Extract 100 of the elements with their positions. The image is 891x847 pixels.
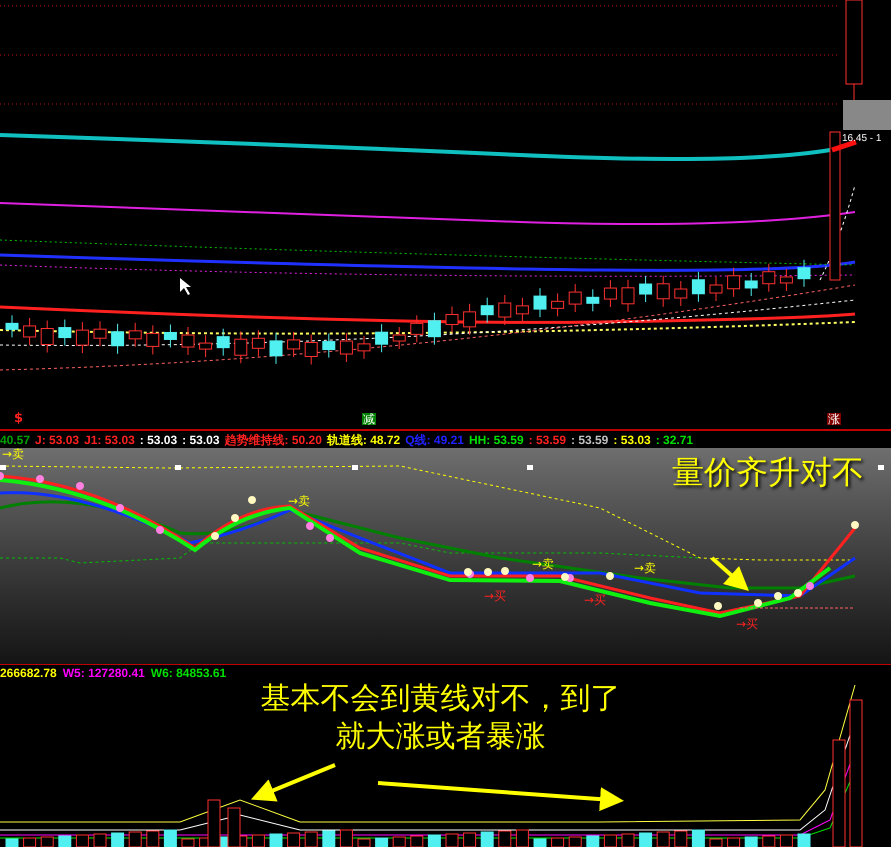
legend-value: : 53.59 bbox=[571, 432, 608, 446]
candlestick bbox=[710, 276, 722, 302]
candlestick bbox=[375, 324, 388, 353]
legend-value: : 53.59 bbox=[528, 432, 566, 446]
square-marker bbox=[878, 465, 884, 470]
square-marker bbox=[527, 465, 533, 470]
dot-marker bbox=[76, 482, 84, 490]
volume-bar bbox=[270, 834, 282, 847]
volume-bar bbox=[6, 838, 18, 847]
annotation-text: 就大涨或者暴涨 bbox=[336, 718, 546, 756]
legend-value: W6: 84853.61 bbox=[150, 664, 226, 682]
signal-marker: 涨 bbox=[827, 413, 841, 425]
legend-value: 266682.78 bbox=[0, 664, 57, 682]
candlestick bbox=[182, 326, 194, 356]
candlestick bbox=[199, 334, 212, 358]
volume-bar bbox=[639, 832, 652, 847]
candlestick bbox=[164, 324, 177, 348]
square-marker bbox=[175, 465, 181, 470]
legend-value: 轨道线: 48.72 bbox=[326, 432, 400, 446]
legend-value: J: 53.03 bbox=[35, 432, 80, 446]
candlestick bbox=[358, 335, 370, 360]
candlestick bbox=[94, 320, 106, 347]
volume-bar bbox=[111, 832, 124, 847]
signal-marker: 减 bbox=[362, 413, 376, 425]
annotation-text: 基本不会到黄线对不，到了 bbox=[260, 680, 620, 718]
candlestick bbox=[534, 288, 546, 318]
square-marker bbox=[352, 465, 358, 470]
legend-value: 趋势维持线: 50.20 bbox=[224, 432, 322, 446]
volume-bar bbox=[58, 836, 72, 847]
candlestick bbox=[76, 322, 89, 354]
signal-label: →买 bbox=[484, 590, 506, 602]
dot-marker bbox=[714, 602, 722, 610]
candlestick bbox=[58, 319, 72, 346]
signal-label: →卖 bbox=[2, 448, 24, 460]
legend-value: W5: 127280.41 bbox=[62, 664, 145, 682]
candlestick bbox=[762, 263, 776, 292]
dot-marker bbox=[484, 568, 492, 576]
signal-label: →买 bbox=[584, 594, 606, 606]
dot-marker bbox=[306, 522, 314, 530]
legend-value: J1: 53.03 bbox=[84, 432, 135, 446]
candlestick bbox=[234, 330, 248, 364]
price-label: 16.45 - 1 bbox=[842, 134, 882, 144]
candlestick bbox=[727, 267, 740, 298]
dot-marker bbox=[156, 526, 164, 534]
legend-value: 40.57 bbox=[0, 432, 30, 446]
candlestick bbox=[692, 271, 705, 302]
candlestick bbox=[146, 324, 160, 355]
candlestick bbox=[639, 276, 652, 303]
dot-marker bbox=[36, 475, 44, 483]
dot-marker bbox=[806, 582, 814, 590]
candlestick bbox=[744, 272, 758, 296]
candlestick bbox=[6, 314, 18, 338]
dot-marker bbox=[774, 592, 782, 600]
legend-value: : 32.71 bbox=[656, 432, 694, 446]
volume-bar bbox=[322, 830, 336, 847]
candlestick bbox=[674, 280, 688, 307]
legend-value: : 53.03 bbox=[613, 432, 651, 446]
legend-value: : 53.03 bbox=[182, 432, 220, 446]
volume-bar bbox=[164, 830, 177, 847]
candlestick bbox=[340, 332, 353, 363]
dot-marker bbox=[248, 496, 256, 504]
candlestick bbox=[798, 259, 810, 288]
candlestick bbox=[428, 312, 441, 346]
candlestick bbox=[586, 288, 600, 312]
volume-bar bbox=[428, 834, 441, 847]
candlestick bbox=[128, 322, 142, 348]
signal-marker: $ bbox=[14, 412, 24, 425]
candlestick bbox=[780, 268, 793, 292]
candlestick bbox=[322, 333, 336, 358]
dot-marker bbox=[526, 574, 534, 582]
dot-marker bbox=[794, 589, 802, 597]
legend-value: Q线: 49.21 bbox=[405, 432, 464, 446]
volume-bar bbox=[586, 836, 600, 847]
dot-marker bbox=[116, 504, 124, 512]
candlestick bbox=[480, 297, 494, 324]
dot-marker bbox=[851, 521, 859, 529]
candlestick bbox=[392, 326, 406, 350]
candlestick bbox=[287, 331, 300, 358]
volume-bar bbox=[798, 834, 810, 847]
candlestick bbox=[410, 314, 424, 343]
candlestick bbox=[216, 328, 230, 356]
arrow bbox=[710, 556, 749, 591]
signal-label: →买 bbox=[736, 618, 758, 630]
signal-label: →卖 bbox=[634, 562, 656, 574]
candlestick bbox=[622, 279, 634, 312]
signal-label: →卖 bbox=[532, 558, 554, 570]
candlestick bbox=[604, 280, 617, 308]
candlestick bbox=[656, 275, 670, 308]
legend-value: : 53.03 bbox=[140, 432, 178, 446]
dot-marker bbox=[326, 534, 334, 542]
dot-marker bbox=[211, 532, 219, 540]
candlestick bbox=[568, 284, 582, 313]
volume-bar bbox=[692, 830, 705, 847]
price-line bbox=[831, 140, 857, 152]
candlestick bbox=[304, 334, 318, 365]
candlestick bbox=[270, 332, 282, 364]
signal-label: →卖 bbox=[288, 495, 310, 507]
candlestick bbox=[40, 320, 54, 353]
volume-bar bbox=[480, 832, 494, 847]
annotation-text: 量价齐升对不 bbox=[672, 456, 864, 488]
